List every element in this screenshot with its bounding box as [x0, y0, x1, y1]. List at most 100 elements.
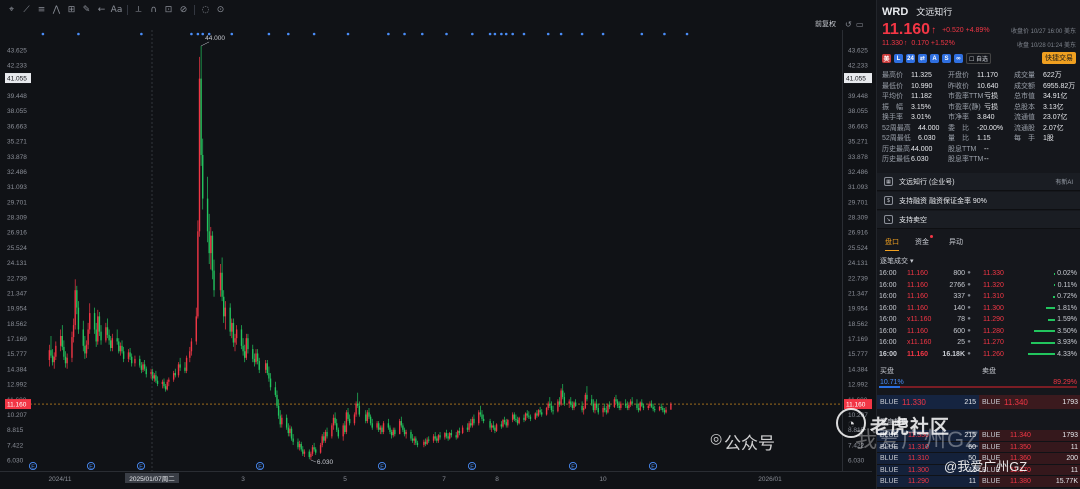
stat-value: 622万	[1043, 72, 1062, 79]
tab-order-book[interactable]: 盘口	[885, 235, 899, 251]
stat-value: 34.91亿	[1043, 93, 1068, 100]
candle-body	[358, 405, 361, 415]
candle-body	[274, 387, 277, 395]
stat-key: 总市值	[1014, 93, 1035, 100]
distribution-row: 11.310 0.72%	[983, 291, 1079, 303]
candle-body	[455, 435, 457, 438]
candle-body	[315, 449, 317, 453]
tiger-logo-icon: ◔	[836, 408, 866, 438]
best-bid-size: 215	[964, 398, 976, 406]
depth-size: 15.77K	[1055, 478, 1078, 485]
chart-pane[interactable]: ⌖ ⟋ ≡ ⋀ ⊞ ✎ ← Aa ⟂ ∩ ⊡ ⊘ ◌ ⊙ 前复权 43.625 4…	[0, 0, 872, 489]
candle-body	[382, 423, 385, 432]
candle-body	[55, 345, 57, 357]
candle-body	[550, 405, 553, 411]
candle-body	[229, 307, 231, 332]
candle-body	[518, 417, 520, 424]
best-bid[interactable]: BLUE 11.330 215	[877, 395, 979, 409]
chart-control-icon[interactable]: ▭	[856, 20, 864, 29]
candle-body	[479, 412, 482, 415]
candle-body	[276, 394, 278, 406]
y-tick-label: 43.625	[848, 48, 868, 55]
tick-row: 16:00 11.160 600 ●	[879, 326, 983, 338]
distribution-row: 11.260 4.33%	[983, 349, 1079, 361]
quick-trade-button[interactable]: 快捷交易	[1042, 52, 1076, 64]
tick-list: 16:00 11.160 800 ● 16:00 11.160 2766 ● 16:00 11.1…	[879, 268, 983, 360]
feature-badge[interactable]: 美	[882, 54, 891, 63]
watermark-handle: @我爱广州GZ	[944, 459, 1028, 474]
self-select-button[interactable]: ☐ 自选	[966, 53, 992, 64]
stat-value: --	[984, 145, 989, 153]
post-market-line: 11.330 ↑ 0.170 +1.52% 收盘 10/28 01:24 美东	[882, 40, 1080, 49]
candle-body	[224, 307, 227, 317]
stat-cell: 换手率 3.01%	[882, 113, 948, 124]
buy-ratio: 10.71%	[880, 379, 904, 386]
candle-body	[524, 413, 527, 420]
chart-control-icon[interactable]: ↺	[845, 20, 852, 29]
company-icon: ▦	[884, 177, 893, 186]
news-dot	[488, 32, 492, 36]
stat-cell: 52周最低 6.030	[882, 134, 948, 145]
feature-badge[interactable]: ∞	[954, 54, 963, 63]
candle-body	[457, 430, 459, 438]
depth-ask-row[interactable]: BLUE 11.380 15.77K	[979, 476, 1080, 488]
candle-body	[219, 272, 222, 291]
y-tick-label: 39.448	[7, 93, 27, 100]
candle-body	[290, 428, 293, 439]
candle-body	[332, 417, 335, 426]
news-dot	[504, 32, 508, 36]
candle-body	[605, 410, 608, 413]
y-tick-label: 22.739	[7, 275, 27, 282]
candle-body	[161, 381, 164, 384]
tick-dropdown[interactable]: 逐笔成交 ▾	[880, 256, 913, 266]
feature-badge[interactable]: L	[894, 54, 903, 63]
depth-ask-row[interactable]: BLUE 11.350 11	[979, 441, 1080, 453]
y-tick-label: 31.093	[848, 184, 868, 191]
news-dot	[201, 32, 205, 36]
margin-support-link[interactable]: $ 支持融资 融资保证金率 90%	[877, 192, 1080, 210]
stat-value: 23.07亿	[1043, 114, 1068, 121]
stat-cell: 开盘价 11.170	[948, 71, 1014, 82]
candle-body	[563, 397, 566, 404]
y-tick-label: 29.701	[848, 199, 868, 206]
tab-unusual[interactable]: 异动	[949, 235, 963, 251]
depth-bid-row[interactable]: BLUE 11.290 11	[877, 476, 979, 488]
earnings-marker-label: E	[89, 464, 93, 470]
y-tick-label: 10.207	[7, 412, 27, 419]
candle-body	[323, 436, 325, 441]
feature-badge[interactable]: ⇄	[918, 54, 927, 63]
feature-badge[interactable]: A	[930, 54, 939, 63]
short-support-link[interactable]: ↘ 支持卖空	[877, 211, 1080, 229]
tick-row: 16:00 11.160 140 ●	[879, 303, 983, 315]
tick-time: 16:00	[879, 293, 897, 300]
best-ask[interactable]: BLUE 11.340 1793	[979, 395, 1080, 409]
tick-volume: 25	[957, 339, 965, 346]
feature-badge[interactable]: 24	[906, 54, 915, 63]
candlestick-chart[interactable]: 43.62543.62542.23342.23340.84240.84239.4…	[0, 0, 872, 489]
candle-body	[416, 442, 419, 446]
candle-body	[184, 367, 186, 371]
distribution-bar	[1031, 341, 1055, 344]
tick-volume: 140	[953, 304, 965, 312]
x-tick-label: 2026/01	[758, 476, 782, 483]
candle-body	[629, 401, 632, 405]
candle-body	[547, 403, 549, 408]
feature-badge[interactable]: S	[942, 54, 951, 63]
candle-body	[631, 401, 633, 404]
candle-body	[602, 407, 604, 413]
stat-cell: 委 比 -20.00%	[948, 124, 1014, 135]
y-tick-label: 15.777	[848, 351, 868, 358]
company-account-more[interactable]: 有新AI	[1055, 177, 1073, 186]
stat-value: 44.000	[918, 124, 940, 132]
y-tick-label: 33.878	[7, 154, 27, 161]
candle-body	[562, 390, 564, 398]
tab-funds[interactable]: 资金	[915, 235, 933, 251]
depth-ask-row[interactable]: BLUE 11.340 1793	[979, 430, 1080, 442]
candle-body	[558, 401, 561, 405]
candle-body	[247, 338, 249, 350]
news-dot	[500, 32, 503, 36]
depth-price: 11.350	[1010, 443, 1031, 451]
candle-body	[379, 427, 382, 430]
candle-body	[344, 425, 346, 432]
company-account-link[interactable]: ▦ 文远知行 (企业号) 有新AI	[877, 173, 1080, 191]
